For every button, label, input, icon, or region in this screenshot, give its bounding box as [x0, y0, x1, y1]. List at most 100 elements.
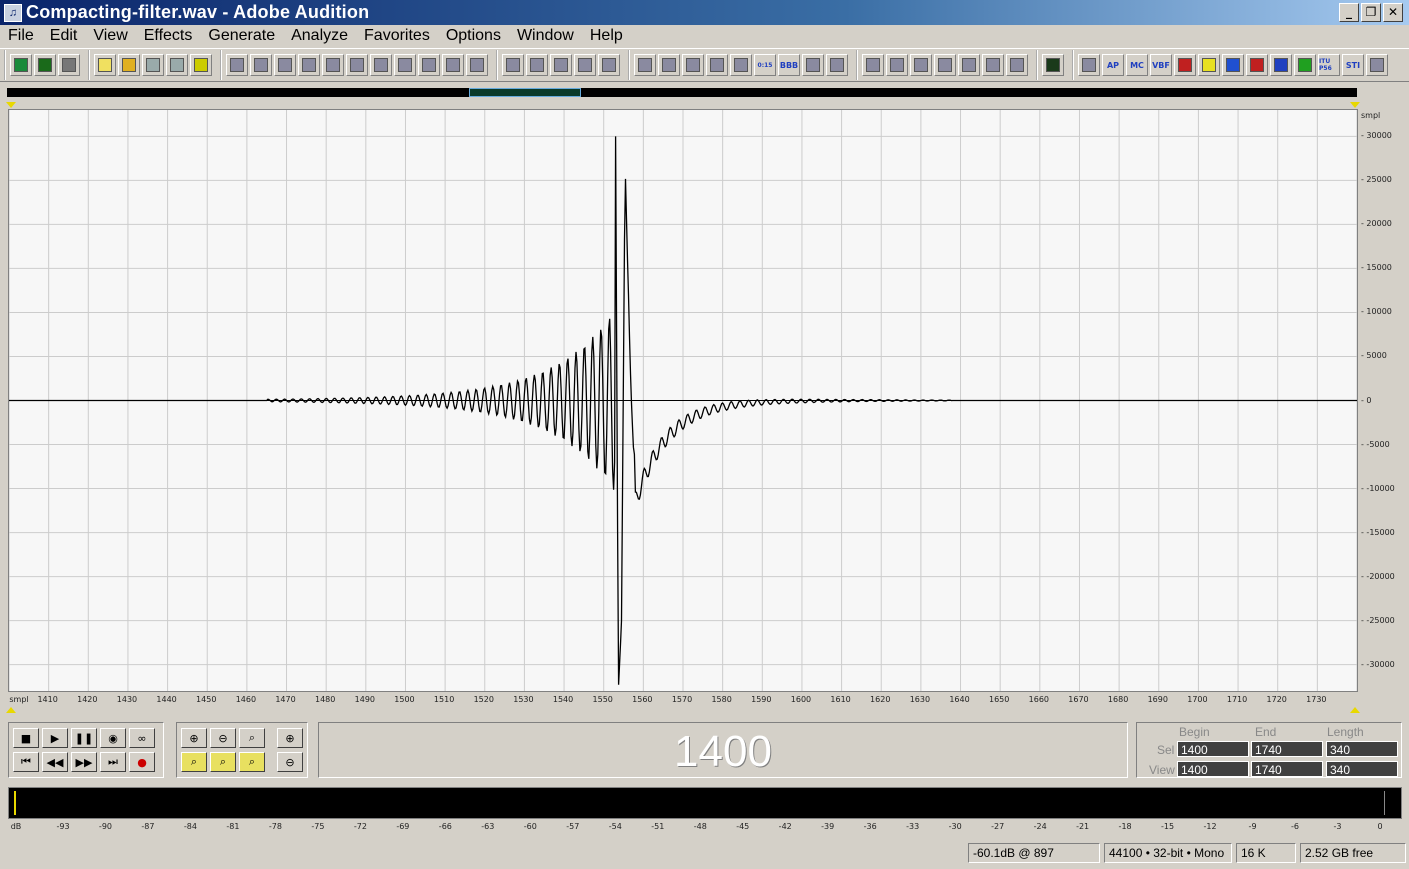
undo-icon[interactable] — [226, 54, 248, 76]
go-to-end-icon[interactable]: ⏭ — [100, 752, 126, 772]
fast-forward-icon[interactable]: ▶▶ — [71, 752, 97, 772]
view-end-field[interactable]: 1740 — [1251, 761, 1323, 777]
bbb-icon[interactable]: BBB — [778, 54, 800, 76]
tt-icon[interactable] — [1222, 54, 1244, 76]
ae-icon[interactable] — [1078, 54, 1100, 76]
loop-icon[interactable] — [466, 54, 488, 76]
menu-file[interactable]: File — [0, 27, 42, 45]
trim-icon[interactable] — [418, 54, 440, 76]
meter-toggle-icon[interactable] — [802, 54, 824, 76]
plus-icon[interactable] — [1366, 54, 1388, 76]
envelope-icon[interactable] — [502, 54, 524, 76]
menu-effects[interactable]: Effects — [136, 27, 201, 45]
blank-icon[interactable] — [826, 54, 848, 76]
fx5-icon[interactable] — [958, 54, 980, 76]
snap-icon[interactable] — [442, 54, 464, 76]
view-length-field[interactable]: 340 — [1326, 761, 1398, 777]
fx6-icon[interactable] — [982, 54, 1004, 76]
zoom-selection-icon[interactable]: ⌕ — [239, 752, 265, 772]
begin-marker-bottom-icon[interactable] — [6, 707, 16, 713]
cut-icon[interactable] — [346, 54, 368, 76]
overview-bar[interactable] — [7, 88, 1357, 97]
menu-edit[interactable]: Edit — [42, 27, 86, 45]
spectrum-icon[interactable] — [1246, 54, 1268, 76]
noise-reduction-icon[interactable] — [1042, 54, 1064, 76]
display2-icon[interactable] — [658, 54, 680, 76]
waveform-display[interactable] — [8, 109, 1358, 692]
sel-length-field[interactable]: 340 — [1326, 741, 1398, 757]
blue-bars-icon[interactable] — [1270, 54, 1292, 76]
x-mark-icon[interactable] — [1174, 54, 1196, 76]
copy-icon[interactable] — [322, 54, 344, 76]
zoom-in-vertical-icon[interactable]: ⊕ — [277, 728, 303, 748]
yellow-icon[interactable] — [1198, 54, 1220, 76]
restore-button[interactable]: ❐ — [1361, 3, 1381, 22]
zoom-out-vertical-icon[interactable]: ⊖ — [277, 752, 303, 772]
waveform-view-icon[interactable] — [10, 54, 32, 76]
begin-marker-icon[interactable] — [6, 102, 16, 108]
play-icon[interactable]: ▶ — [42, 728, 68, 748]
zoom-in-horizontal-icon[interactable]: ⊕ — [181, 728, 207, 748]
sti-icon[interactable]: STI — [1342, 54, 1364, 76]
fx4-icon[interactable] — [934, 54, 956, 76]
close-button[interactable]: ✕ — [1383, 3, 1403, 22]
fx2-icon[interactable] — [886, 54, 908, 76]
zoom-to-right-icon[interactable]: ⌕ — [210, 752, 236, 772]
menu-view[interactable]: View — [85, 27, 135, 45]
mix-paste-icon[interactable] — [394, 54, 416, 76]
repeat-icon[interactable] — [274, 54, 296, 76]
grid2-icon[interactable] — [574, 54, 596, 76]
ap-icon[interactable]: AP — [1102, 54, 1124, 76]
time-015-icon[interactable]: 0:15 — [754, 54, 776, 76]
grid1-icon[interactable] — [550, 54, 572, 76]
redo-icon[interactable] — [250, 54, 272, 76]
play-to-end-icon[interactable]: ◉ — [100, 728, 126, 748]
menu-generate[interactable]: Generate — [200, 27, 283, 45]
fx3-icon[interactable] — [910, 54, 932, 76]
menu-help[interactable]: Help — [582, 27, 631, 45]
fx1-icon[interactable] — [862, 54, 884, 76]
save-icon[interactable] — [142, 54, 164, 76]
end-marker-icon[interactable] — [1350, 102, 1360, 108]
rewind-icon[interactable]: ◀◀ — [42, 752, 68, 772]
audition-app-icon[interactable]: ♫ — [4, 3, 22, 22]
menu-window[interactable]: Window — [509, 27, 582, 45]
minimize-button[interactable]: _ — [1339, 3, 1359, 22]
menu-favorites[interactable]: Favorites — [356, 27, 438, 45]
stop-icon[interactable]: ■ — [13, 728, 39, 748]
itu-icon[interactable]: ITU P56 — [1318, 54, 1340, 76]
cd-view-icon[interactable] — [58, 54, 80, 76]
display3-icon[interactable] — [682, 54, 704, 76]
spectral-icon[interactable] — [526, 54, 548, 76]
level-meter[interactable] — [8, 787, 1402, 819]
view-begin-field[interactable]: 1400 — [1177, 761, 1249, 777]
green-spectrum-icon[interactable] — [1294, 54, 1316, 76]
zoom-to-left-icon[interactable]: ⌕ — [181, 752, 207, 772]
go-to-start-icon[interactable]: ⏮ — [13, 752, 39, 772]
grid3-icon[interactable] — [598, 54, 620, 76]
pause-icon[interactable]: ❚❚ — [71, 728, 97, 748]
save-as-icon[interactable] — [166, 54, 188, 76]
mc-icon[interactable]: MC — [1126, 54, 1148, 76]
end-marker-bottom-icon[interactable] — [1350, 707, 1360, 713]
save-all-icon[interactable] — [190, 54, 212, 76]
zoom-full-icon[interactable]: ⌕ — [239, 728, 265, 748]
zoom-tool-icon[interactable] — [730, 54, 752, 76]
paste-icon[interactable] — [370, 54, 392, 76]
vbf-icon[interactable]: VBF — [1150, 54, 1172, 76]
new-icon[interactable] — [94, 54, 116, 76]
multitrack-view-icon[interactable] — [34, 54, 56, 76]
sel-begin-field[interactable]: 1400 — [1177, 741, 1249, 757]
record-icon[interactable]: ● — [129, 752, 155, 772]
display1-icon[interactable] — [634, 54, 656, 76]
menu-options[interactable]: Options — [438, 27, 509, 45]
menu-analyze[interactable]: Analyze — [283, 27, 356, 45]
overview-visible-range[interactable] — [469, 88, 581, 97]
open-icon[interactable] — [118, 54, 140, 76]
play-mode-icon[interactable] — [706, 54, 728, 76]
loop-icon[interactable]: ∞ — [129, 728, 155, 748]
time-ruler[interactable]: smpl 1410 1420 1430 1440 1450 1460 1470 1480 149… — [8, 693, 1358, 707]
zoom-out-horizontal-icon[interactable]: ⊖ — [210, 728, 236, 748]
sel-end-field[interactable]: 1740 — [1251, 741, 1323, 757]
select-all-icon[interactable] — [298, 54, 320, 76]
